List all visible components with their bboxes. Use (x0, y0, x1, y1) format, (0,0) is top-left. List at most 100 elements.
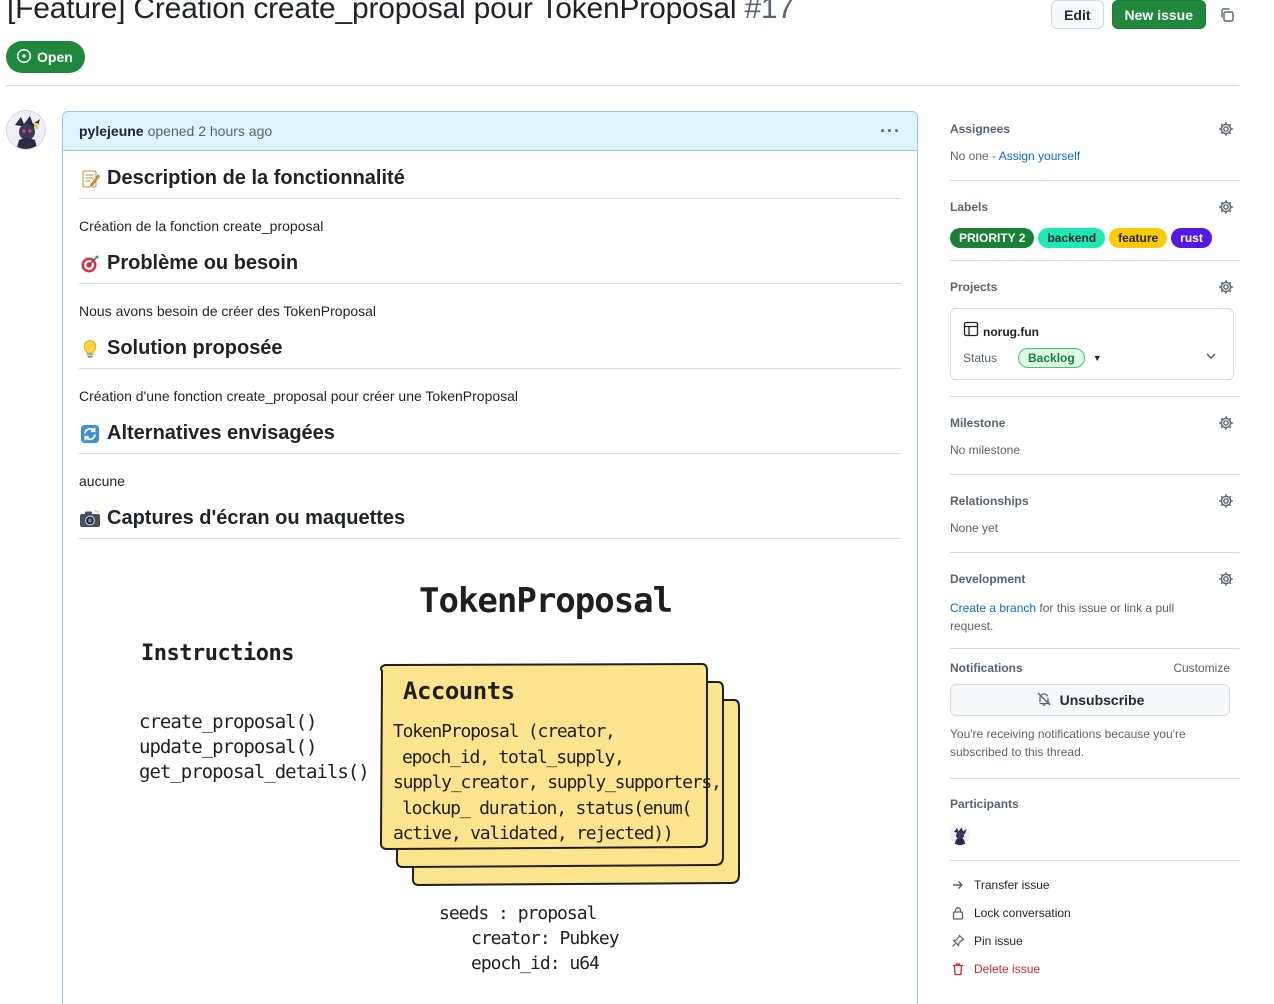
relationships-value: None yet (950, 521, 999, 535)
notifications-header: Notifications Customize (950, 661, 1240, 675)
development-title: Development (950, 572, 1026, 586)
comment-header: pylejeune opened 2 hours ago ··· (63, 112, 917, 151)
label-priority-2[interactable]: PRIORITY 2 (950, 228, 1035, 248)
caret-down-icon[interactable]: ▼ (1093, 353, 1102, 363)
comment-body: Description de la fonctionnalité Créatio… (63, 167, 917, 997)
copy-link-icon[interactable] (1216, 4, 1238, 26)
edit-button[interactable]: Edit (1051, 0, 1104, 29)
arrows-cycle-icon (79, 423, 101, 445)
issue-opened-icon (16, 48, 32, 67)
sketch-instructions-label: Instructions (141, 641, 294, 666)
participant-avatar[interactable] (950, 825, 970, 845)
assignees-value: No one - Assign yourself (950, 149, 1240, 163)
label-feature[interactable]: feature (1109, 228, 1168, 248)
participants-section: Participants (950, 779, 1240, 861)
paragraph-text: Création de la fonction create_proposal (79, 218, 324, 234)
heading-solution: Solution proposée (79, 337, 901, 369)
assignees-none: No one - (950, 149, 999, 163)
milestone-value: No milestone (950, 443, 1021, 457)
heading-problem: Problème ou besoin (79, 252, 901, 284)
gear-icon[interactable] (1218, 279, 1234, 295)
sketch-accounts-text: TokenProposal (creator, epoch_id, total_… (393, 719, 722, 847)
gear-icon[interactable] (1218, 121, 1234, 137)
milestone-title: Milestone (950, 416, 1006, 430)
comment-meta[interactable]: opened 2 hours ago (148, 123, 273, 139)
lock-icon (950, 905, 966, 921)
sketch-account-line: lockup_ duration, status(enum( (402, 797, 692, 819)
heading-alternatives: Alternatives envisagées (79, 422, 901, 454)
milestone-section: Milestone No milestone (950, 397, 1240, 475)
new-issue-button[interactable]: New issue (1111, 0, 1206, 29)
paragraph-text: Création d'une fonction create_proposal … (79, 388, 519, 404)
label-backend[interactable]: backend (1038, 228, 1106, 248)
heading-text: Problème ou besoin (107, 252, 299, 274)
arrow-right-icon (950, 877, 966, 893)
issue-number: #17 (744, 0, 794, 25)
notifications-title: Notifications (950, 661, 1023, 675)
action-label: Transfer issue (974, 878, 1050, 892)
action-label: Delete issue (974, 962, 1041, 976)
header-actions: Edit New issue (1051, 0, 1238, 29)
notifications-section: Notifications Customize Unsubscribe You'… (950, 649, 1240, 779)
target-icon (79, 253, 101, 275)
issue-comment: pylejeune opened 2 hours ago ··· Descrip… (62, 111, 918, 1004)
sketch-instruction: create_proposal() (139, 711, 317, 733)
labels-title: Labels (950, 200, 989, 214)
assign-yourself-link[interactable]: Assign yourself (999, 149, 1080, 163)
issue-title-text: [Feature] Creation create_proposal pour … (7, 0, 737, 25)
mockup-sketch: TokenProposal Instructions create_propos… (79, 557, 903, 997)
author-avatar[interactable] (6, 110, 46, 150)
assignees-title: Assignees (950, 122, 1011, 136)
heading-description: Description de la fonctionnalité (79, 167, 901, 199)
sketch-account-line: active, validated, rejected)) (393, 823, 674, 844)
unsubscribe-label: Unsubscribe (1059, 692, 1145, 708)
transfer-issue-button[interactable]: Transfer issue (950, 871, 1240, 899)
label-rust[interactable]: rust (1171, 228, 1212, 248)
customize-link[interactable]: Customize (1173, 661, 1230, 675)
sketch-instructions-list: create_proposal() update_proposal() get_… (139, 710, 370, 785)
status-badge: Open (6, 41, 85, 73)
heading-text: Description de la fonctionnalité (107, 167, 405, 189)
development-section: Development Create a branch for this iss… (950, 553, 1240, 649)
gear-icon[interactable] (1218, 493, 1234, 509)
sketch-seed-line: seeds : proposal (439, 903, 597, 924)
sketch-account-line: supply_creator, supply_supporters, (393, 772, 722, 793)
pin-issue-button[interactable]: Pin issue (950, 927, 1240, 955)
delete-issue-button[interactable]: Delete issue (950, 955, 1240, 983)
action-label: Lock conversation (974, 906, 1071, 920)
project-status-value[interactable]: Backlog (1018, 348, 1085, 368)
gear-icon[interactable] (1218, 571, 1234, 587)
lock-conversation-button[interactable]: Lock conversation (950, 899, 1240, 927)
comment-menu-button[interactable]: ··· (880, 121, 901, 142)
assignees-section: Assignees No one - Assign yourself (950, 111, 1240, 181)
sketch-title: TokenProposal (419, 581, 673, 621)
project-card: norug.fun Status Backlog ▼ (950, 308, 1234, 380)
comment-author[interactable]: pylejeune (79, 123, 144, 139)
header-divider (6, 85, 1239, 86)
table-icon (963, 321, 979, 342)
development-text: Create a branch for this issue or link a… (950, 599, 1200, 635)
labels-section: Labels PRIORITY 2 backend feature rust (950, 181, 1240, 261)
chevron-down-icon[interactable] (1205, 349, 1217, 367)
gear-icon[interactable] (1218, 199, 1234, 215)
create-branch-link[interactable]: Create a branch (950, 601, 1036, 615)
issue-actions: Transfer issue Lock conversation Pin iss… (950, 861, 1240, 983)
sketch-seeds: seeds : proposal creator: Pubkey epoch_i… (439, 901, 620, 976)
project-name[interactable]: norug.fun (983, 325, 1039, 339)
sketch-instruction: get_proposal_details() (139, 761, 370, 783)
sketch-account-line: epoch_id, total_supply, (402, 746, 625, 768)
projects-title: Projects (950, 280, 998, 294)
development-header: Development (950, 571, 1240, 587)
status-label: Open (37, 49, 73, 65)
relationships-title: Relationships (950, 494, 1029, 508)
project-row: norug.fun (963, 321, 1039, 342)
projects-section: Projects norug.fun Status Backlog ▼ (950, 261, 1240, 397)
assignees-header: Assignees (950, 121, 1240, 137)
lightbulb-icon (79, 338, 101, 360)
milestone-header: Milestone (950, 415, 1240, 431)
relationships-section: Relationships None yet (950, 475, 1240, 553)
sketch-account-line: TokenProposal (creator, (393, 721, 616, 742)
project-status-row: Status Backlog ▼ (963, 348, 1102, 368)
unsubscribe-button[interactable]: Unsubscribe (950, 684, 1230, 716)
gear-icon[interactable] (1218, 415, 1234, 431)
